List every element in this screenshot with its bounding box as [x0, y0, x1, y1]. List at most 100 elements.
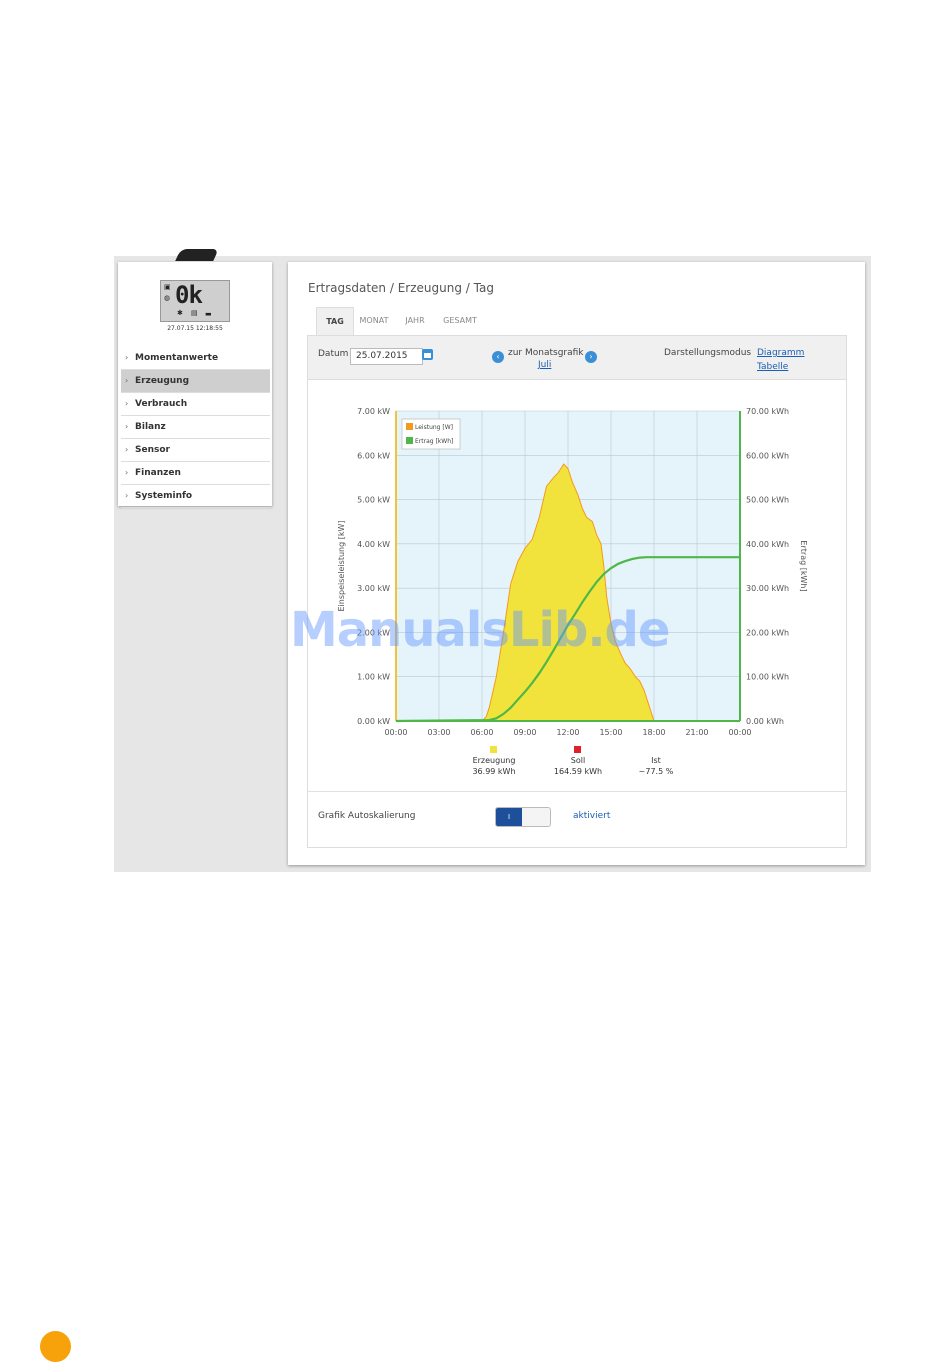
sidebar-item-label: Verbrauch — [135, 399, 188, 409]
mode-table-link[interactable]: Tabelle — [757, 362, 788, 372]
summary-swatch-erzeugung — [490, 746, 497, 753]
tab-gesamt[interactable]: GESAMT — [434, 307, 486, 335]
sidebar-item-label: Erzeugung — [135, 376, 190, 386]
autoscale-status: aktiviert — [573, 811, 611, 821]
summary-label-soll: Soll — [571, 756, 585, 765]
legend-swatch-yield — [406, 437, 413, 444]
legend-swatch-power — [406, 423, 413, 430]
autoscale-toggle[interactable]: I — [495, 807, 551, 827]
status-text: 0k — [175, 281, 203, 309]
x-tick-label: 15:00 — [599, 728, 622, 737]
sidebar-item-systeminfo[interactable]: › Systeminfo — [121, 485, 270, 508]
summary-label-ist: Ist — [651, 756, 661, 765]
y-left-tick-label: 1.00 kW — [357, 673, 390, 682]
grid-icon: ▣ — [164, 283, 171, 291]
right-tick-labels: 0.00 kWh 10.00 kWh 20.00 kWh 30.00 kWh 40.00… — [746, 407, 789, 726]
sidebar-item-erzeugung[interactable]: › Erzeugung — [121, 370, 270, 393]
x-tick-label: 00:00 — [384, 728, 407, 737]
toggle-on-indicator: I — [496, 808, 522, 826]
right-axis-title: Ertrag [kWh] — [799, 540, 808, 591]
battery-icon: ▬ — [205, 310, 212, 318]
previous-arrow-icon[interactable]: ‹ — [492, 351, 504, 363]
solar-icon: ✱ — [177, 309, 183, 317]
main-content: Ertragsdaten / Erzeugung / Tag TAG MONAT… — [288, 262, 865, 865]
sidebar-nav: › Momentanwerte › Erzeugung › Verbrauch › Bi… — [121, 347, 270, 508]
x-tick-label: 18:00 — [642, 728, 665, 737]
sidebar-item-label: Bilanz — [135, 422, 166, 432]
month-link[interactable]: Juli — [538, 360, 551, 370]
status-display: ▣ ◍ 0k ✱ ▤ ▬ — [160, 280, 230, 322]
left-axis-title: Einspeiseleistung [kW] — [337, 520, 346, 611]
tab-tag[interactable]: TAG — [316, 307, 354, 336]
sidebar-item-verbrauch[interactable]: › Verbrauch — [121, 393, 270, 416]
inverter-icon: ▤ — [191, 309, 198, 317]
globe-icon: ◍ — [164, 294, 171, 302]
sidebar-item-momentanwerte[interactable]: › Momentanwerte — [121, 347, 270, 370]
watermark: ManualsLib.de — [290, 602, 670, 658]
chevron-right-icon: › — [125, 376, 129, 385]
chevron-right-icon: › — [125, 468, 129, 477]
y-right-tick-label: 40.00 kWh — [746, 540, 789, 549]
chevron-right-icon: › — [125, 491, 129, 500]
y-right-tick-label: 20.00 kWh — [746, 628, 789, 637]
mode-label: Darstellungsmodus — [664, 348, 752, 358]
summary-value-ist: ~77.5 % — [639, 767, 674, 776]
chart-legend: Leistung [W] Ertrag [kWh] — [401, 418, 461, 450]
y-right-tick-label: 70.00 kWh — [746, 407, 789, 416]
divider — [308, 791, 846, 792]
summary-swatch-soll — [574, 746, 581, 753]
display-timestamp: 27.07.15 12:18:55 — [167, 325, 223, 332]
date-label: Datum — [318, 349, 349, 359]
sidebar-item-label: Systeminfo — [135, 491, 193, 501]
y-right-tick-label: 0.00 kWh — [746, 717, 784, 726]
breadcrumb: Ertragsdaten / Erzeugung / Tag — [308, 281, 494, 295]
y-right-tick-label: 60.00 kWh — [746, 451, 789, 460]
legend-label-yield: Ertrag [kWh] — [415, 438, 453, 445]
mode-diagram-link[interactable]: Diagramm — [757, 348, 804, 358]
chart-panel: Datum 25.07.2015 ‹ zur Monatsgrafik Juli… — [307, 335, 847, 848]
y-left-tick-label: 0.00 kW — [357, 717, 390, 726]
summary-value-erzeugung: 36.99 kWh — [472, 767, 515, 776]
y-right-tick-label: 30.00 kWh — [746, 584, 789, 593]
calendar-icon[interactable] — [422, 349, 433, 360]
sidebar-item-label: Sensor — [135, 445, 170, 455]
next-arrow-icon[interactable]: › — [585, 351, 597, 363]
y-left-tick-label: 3.00 kW — [357, 584, 390, 593]
toolbar: Datum 25.07.2015 ‹ zur Monatsgrafik Juli… — [308, 336, 846, 380]
x-tick-label: 09:00 — [513, 728, 536, 737]
x-tick-label: 06:00 — [470, 728, 493, 737]
y-left-tick-label: 5.00 kW — [357, 496, 390, 505]
left-tick-labels: 0.00 kW1.00 kW2.00 kW3.00 kW4.00 kW5.00 … — [357, 407, 390, 726]
chevron-right-icon: › — [125, 422, 129, 431]
yield-chart: 0.00 kW1.00 kW2.00 kW3.00 kW4.00 kW5.00 … — [337, 407, 808, 776]
page-marker — [40, 1331, 71, 1362]
x-tick-labels: 00:00 03:00 06:00 09:00 12:00 15:00 18:00 21:00… — [384, 728, 751, 737]
sidebar-item-sensor[interactable]: › Sensor — [121, 439, 270, 462]
sidebar-item-label: Momentanwerte — [135, 353, 219, 363]
y-left-tick-label: 7.00 kW — [357, 407, 390, 416]
chevron-right-icon: › — [125, 445, 129, 454]
x-tick-label: 21:00 — [685, 728, 708, 737]
month-nav-label: zur Monatsgrafik — [508, 348, 584, 358]
sidebar-item-bilanz[interactable]: › Bilanz — [121, 416, 270, 439]
sidebar-item-finanzen[interactable]: › Finanzen — [121, 462, 270, 485]
summary-value-soll: 164.59 kWh — [554, 767, 602, 776]
chevron-right-icon: › — [125, 353, 129, 362]
y-left-tick-label: 6.00 kW — [357, 451, 390, 460]
frame-decoration — [175, 249, 219, 261]
legend-label-power: Leistung [W] — [415, 424, 453, 431]
tab-monat[interactable]: MONAT — [354, 307, 394, 335]
summary-label-erzeugung: Erzeugung — [473, 756, 516, 765]
sidebar: ▣ ◍ 0k ✱ ▤ ▬ 27.07.15 12:18:55 › Momentan… — [118, 262, 272, 508]
y-right-tick-label: 50.00 kWh — [746, 496, 789, 505]
y-left-tick-label: 4.00 kW — [357, 540, 390, 549]
y-right-tick-label: 10.00 kWh — [746, 673, 789, 682]
x-tick-label: 03:00 — [427, 728, 450, 737]
sidebar-item-label: Finanzen — [135, 468, 181, 478]
date-field[interactable]: 25.07.2015 — [350, 348, 423, 365]
tab-jahr[interactable]: JAHR — [398, 307, 432, 335]
autoscale-label: Grafik Autoskalierung — [318, 811, 416, 821]
x-tick-label: 12:00 — [556, 728, 579, 737]
summary: Erzeugung 36.99 kWh Soll 164.59 kWh Ist … — [472, 746, 674, 776]
chevron-right-icon: › — [125, 399, 129, 408]
